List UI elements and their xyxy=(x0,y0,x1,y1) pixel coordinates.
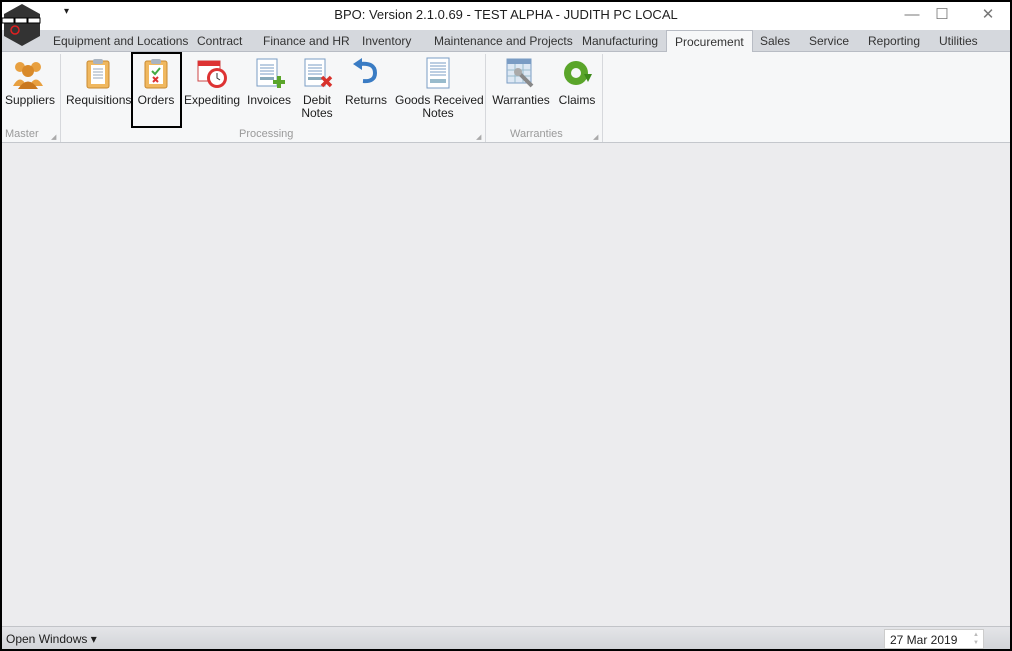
calendar-clock-icon xyxy=(197,60,227,88)
returns-label: Returns xyxy=(344,93,388,107)
expediting-label: Expediting xyxy=(184,93,241,107)
processing-group-launcher-icon[interactable]: ◢ xyxy=(476,133,481,141)
requisitions-label: Requisitions xyxy=(66,93,132,107)
debit-notes-label-line2: Notes xyxy=(301,106,333,120)
status-bar: Open Windows ▾ 27 Mar 2019 ▲ ▼ xyxy=(2,626,1010,649)
warranties-button[interactable]: Warranties xyxy=(491,56,551,107)
tab-utilities[interactable]: Utilities xyxy=(939,34,978,48)
app-logo[interactable] xyxy=(2,2,42,48)
expediting-button[interactable]: Expediting xyxy=(184,56,240,107)
table-wrench-icon xyxy=(506,58,534,88)
suppliers-icon xyxy=(13,62,43,89)
group-separator xyxy=(60,54,61,142)
refresh-icon xyxy=(564,61,592,85)
master-group-launcher-icon[interactable]: ◢ xyxy=(51,133,56,141)
claims-button[interactable]: Claims xyxy=(557,56,597,107)
clipboard-icon xyxy=(86,59,110,89)
group-separator xyxy=(602,54,603,142)
claims-label: Claims xyxy=(558,93,596,107)
app-window: ▾ BPO: Version 2.1.0.69 - TEST ALPHA - J… xyxy=(2,2,1010,649)
goods-received-notes-label: Goods Received xyxy=(395,93,484,107)
goods-received-notes-label-line2: Notes xyxy=(422,106,454,120)
document-delete-icon xyxy=(304,58,333,88)
warranties-label: Warranties xyxy=(492,93,550,107)
document-icon xyxy=(426,57,450,89)
tab-manufacturing[interactable]: Manufacturing xyxy=(582,34,658,48)
tab-contract[interactable]: Contract xyxy=(197,34,242,48)
date-value: 27 Mar 2019 xyxy=(890,633,958,647)
suppliers-button[interactable]: Suppliers xyxy=(5,56,55,107)
invoices-label: Invoices xyxy=(246,93,292,107)
tab-finance-and-hr[interactable]: Finance and HR xyxy=(263,34,350,48)
goods-received-notes-button[interactable]: Goods Received Notes xyxy=(395,56,484,120)
undo-arrow-icon xyxy=(353,58,378,84)
maximize-button[interactable]: ☐ xyxy=(922,4,962,28)
requisitions-button[interactable]: Requisitions xyxy=(66,56,132,107)
orders-selection-highlight xyxy=(131,52,182,128)
ribbon-panel: Suppliers Requisitions Orders Expediting… xyxy=(2,52,1010,143)
tab-inventory[interactable]: Inventory xyxy=(362,34,411,48)
document-add-icon xyxy=(256,58,285,88)
debit-notes-button[interactable]: Debit Notes xyxy=(298,56,336,120)
debit-notes-label: Debit xyxy=(302,93,331,107)
tab-procurement[interactable]: Procurement xyxy=(666,30,753,53)
window-title: BPO: Version 2.1.0.69 - TEST ALPHA - JUD… xyxy=(334,7,678,22)
warranties-group-launcher-icon[interactable]: ◢ xyxy=(593,133,598,141)
returns-button[interactable]: Returns xyxy=(343,56,389,107)
group-separator xyxy=(485,54,486,142)
date-spinner[interactable]: 27 Mar 2019 ▲ ▼ xyxy=(884,629,984,649)
tab-service[interactable]: Service xyxy=(809,34,849,48)
tab-maintenance-and-projects[interactable]: Maintenance and Projects xyxy=(434,34,573,48)
tab-equipment-and-locations[interactable]: Equipment and Locations xyxy=(53,34,188,48)
invoices-button[interactable]: Invoices xyxy=(246,56,292,107)
ribbon-tabs: Equipment and Locations Contract Finance… xyxy=(2,30,1010,53)
open-windows-dropdown[interactable]: Open Windows ▾ xyxy=(6,632,97,646)
tab-sales[interactable]: Sales xyxy=(760,34,790,48)
group-label-processing: Processing xyxy=(239,128,294,140)
title-bar: ▾ BPO: Version 2.1.0.69 - TEST ALPHA - J… xyxy=(2,2,1010,30)
close-button[interactable]: ✕ xyxy=(968,4,1008,28)
spin-arrows-icon[interactable]: ▲ ▼ xyxy=(973,631,979,647)
suppliers-label: Suppliers xyxy=(5,93,56,107)
group-label-master: Master xyxy=(5,128,39,140)
tab-reporting[interactable]: Reporting xyxy=(868,34,920,48)
group-label-warranties: Warranties xyxy=(510,128,563,140)
